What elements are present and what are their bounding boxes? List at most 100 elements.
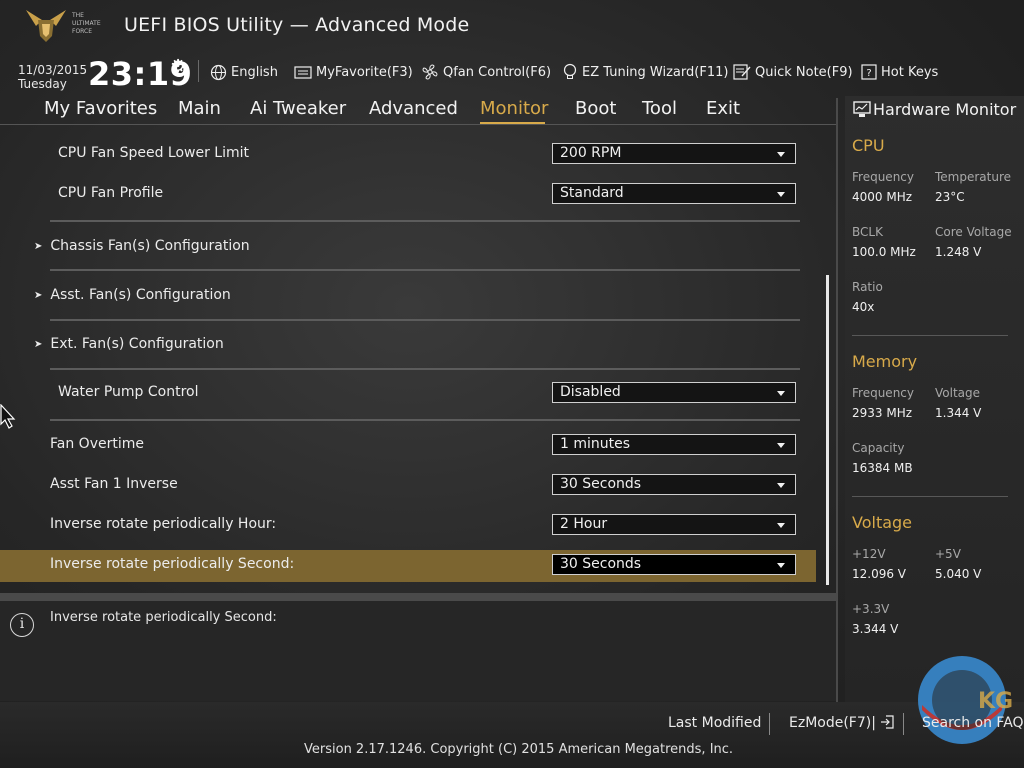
- v33-value: 3.344 V: [852, 622, 899, 636]
- dropdown-value: 30 Seconds: [560, 556, 642, 572]
- submenu-chassis-fan[interactable]: ➤ Chassis Fan(s) Configuration: [34, 238, 250, 254]
- myfavorite-icon: [294, 65, 312, 79]
- globe-icon: [210, 64, 227, 80]
- tab-tool[interactable]: Tool: [642, 98, 677, 119]
- chevron-right-icon: ➤: [34, 289, 43, 301]
- memory-voltage-value: 1.344 V: [935, 406, 982, 420]
- core-voltage-label: Core Voltage: [935, 225, 1012, 239]
- chevron-down-icon: [777, 563, 785, 568]
- cpu-temperature-label: Temperature: [935, 170, 1012, 184]
- tab-main[interactable]: Main: [178, 98, 221, 119]
- myfavorite-button[interactable]: MyFavorite(F3): [294, 62, 413, 82]
- asst-fan-inverse-dropdown[interactable]: 30 Seconds: [552, 474, 796, 495]
- logo-text-3: FORCE: [72, 28, 92, 35]
- capacity-value: 16384 MB: [852, 461, 913, 475]
- memory-frequency-value: 2933 MHz: [852, 406, 913, 420]
- ez-tuning-button[interactable]: EZ Tuning Wizard(F11): [562, 62, 728, 82]
- logo-text-1: THE: [71, 12, 84, 19]
- hardware-monitor-title: Hardware Monitor: [873, 100, 1017, 119]
- ezmode-button[interactable]: EzMode(F7)|: [789, 715, 895, 731]
- setting-label-fan-overtime: Fan Overtime: [50, 436, 144, 452]
- dropdown-value: 200 RPM: [560, 145, 622, 161]
- watermark-text: KG: [978, 689, 1012, 714]
- help-text: Inverse rotate periodically Second:: [50, 610, 277, 625]
- hw-divider: [852, 496, 1008, 497]
- submenu-asst-fan[interactable]: ➤ Asst. Fan(s) Configuration: [34, 287, 231, 303]
- chevron-down-icon: [777, 483, 785, 488]
- cpu-fan-profile-dropdown[interactable]: Standard: [552, 183, 796, 204]
- tab-advanced[interactable]: Advanced: [369, 98, 458, 119]
- chevron-down-icon: [777, 152, 785, 157]
- tab-my-favorites[interactable]: My Favorites: [44, 98, 157, 119]
- ratio-label: Ratio: [852, 280, 883, 294]
- setting-label-inverse-hour: Inverse rotate periodically Hour:: [50, 516, 277, 532]
- chevron-down-icon: [777, 443, 785, 448]
- gear-icon[interactable]: ⚙: [170, 56, 186, 77]
- v5-label: +5V: [935, 547, 961, 561]
- cpu-temperature-value: 23°C: [935, 190, 965, 204]
- cpu-heading: CPU: [852, 136, 885, 155]
- v12-value: 12.096 V: [852, 567, 907, 581]
- qfan-label: Qfan Control(F6): [443, 64, 552, 80]
- water-pump-dropdown[interactable]: Disabled: [552, 382, 796, 403]
- help-divider: [0, 593, 836, 601]
- divider: [50, 368, 800, 370]
- language-label: English: [231, 64, 278, 80]
- watermark-logo: KG: [918, 656, 1012, 744]
- info-icon: i: [10, 613, 34, 637]
- footer-bar: [0, 702, 1024, 768]
- memory-voltage-label: Voltage: [935, 386, 981, 400]
- submenu-label: Chassis Fan(s) Configuration: [50, 238, 250, 254]
- tab-monitor[interactable]: Monitor: [480, 98, 548, 119]
- hot-keys-button[interactable]: ? Hot Keys: [861, 62, 938, 82]
- submenu-label: Ext. Fan(s) Configuration: [50, 336, 224, 352]
- tab-boot[interactable]: Boot: [575, 98, 616, 119]
- ez-tuning-label: EZ Tuning Wizard(F11): [582, 64, 729, 80]
- hw-divider: [852, 335, 1008, 336]
- fan-overtime-dropdown[interactable]: 1 minutes: [552, 434, 796, 455]
- last-modified-button[interactable]: Last Modified: [668, 715, 761, 731]
- chevron-down-icon: [777, 523, 785, 528]
- mouse-cursor: [0, 404, 16, 429]
- cpu-frequency-label: Frequency: [852, 170, 914, 184]
- memory-frequency-label: Frequency: [852, 386, 914, 400]
- note-icon: [733, 64, 751, 80]
- monitor-icon: [853, 101, 871, 117]
- chevron-down-icon: [777, 192, 785, 197]
- setting-label-water-pump: Water Pump Control: [58, 384, 199, 400]
- help-icon: ?: [861, 64, 877, 80]
- search-faq-button[interactable]: Search on FAQ: [922, 715, 1024, 731]
- submenu-label: Asst. Fan(s) Configuration: [50, 287, 231, 303]
- language-button[interactable]: English: [210, 62, 278, 82]
- bclk-label: BCLK: [852, 225, 883, 239]
- submenu-ext-fan[interactable]: ➤ Ext. Fan(s) Configuration: [34, 336, 224, 352]
- toolbar-divider: [198, 60, 199, 82]
- voltage-heading: Voltage: [852, 513, 913, 532]
- footer-divider: [769, 713, 770, 735]
- divider: [50, 220, 800, 222]
- qfan-button[interactable]: Qfan Control(F6): [421, 62, 551, 82]
- tab-ai-tweaker[interactable]: Ai Tweaker: [250, 98, 346, 119]
- svg-text:?: ?: [866, 68, 871, 79]
- inverse-second-dropdown[interactable]: 30 Seconds: [552, 554, 796, 575]
- ratio-value: 40x: [852, 300, 875, 314]
- cpu-fan-lower-limit-dropdown[interactable]: 200 RPM: [552, 143, 796, 164]
- tuf-logo: THE ULTIMATE FORCE: [26, 10, 101, 42]
- cpu-frequency-value: 4000 MHz: [852, 190, 913, 204]
- setting-label-cpu-fan-lower-limit: CPU Fan Speed Lower Limit: [58, 145, 250, 161]
- inverse-hour-dropdown[interactable]: 2 Hour: [552, 514, 796, 535]
- tab-exit[interactable]: Exit: [706, 98, 740, 119]
- chevron-right-icon: ➤: [34, 338, 43, 350]
- dropdown-value: 30 Seconds: [560, 476, 642, 492]
- quick-note-button[interactable]: Quick Note(F9): [733, 62, 853, 82]
- footer-divider: [903, 713, 904, 735]
- scrollbar[interactable]: [826, 275, 829, 585]
- bulb-icon: [563, 63, 577, 79]
- setting-label-asst-fan-inverse: Asst Fan 1 Inverse: [50, 476, 178, 492]
- dropdown-value: 2 Hour: [560, 516, 608, 532]
- setting-label-inverse-second: Inverse rotate periodically Second:: [50, 556, 295, 572]
- chevron-down-icon: [777, 391, 785, 396]
- date-text: 11/03/2015: [18, 63, 88, 77]
- dropdown-value: Standard: [560, 185, 624, 201]
- v5-value: 5.040 V: [935, 567, 982, 581]
